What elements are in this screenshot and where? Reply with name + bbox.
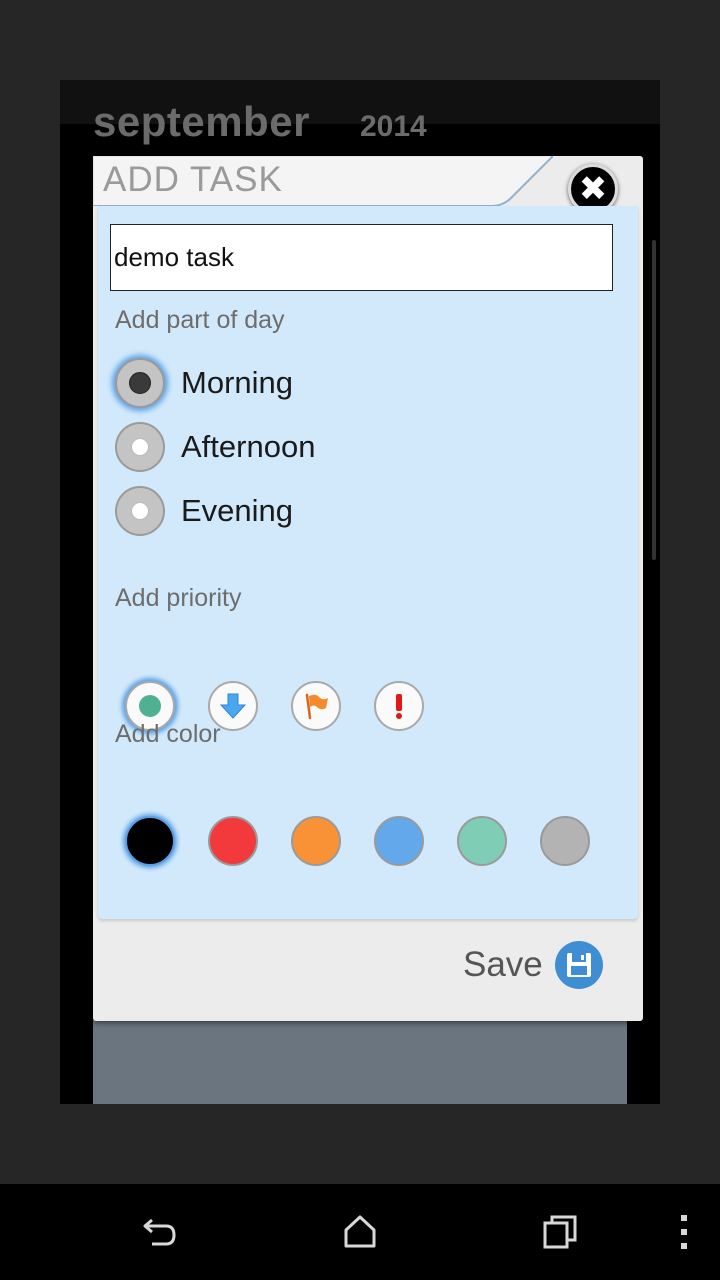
low-arrow-icon	[219, 693, 247, 719]
radio-label-morning: Morning	[181, 365, 293, 400]
save-label: Save	[463, 945, 543, 984]
priority-flag-button[interactable]	[291, 681, 341, 731]
dialog-title: ADD TASK	[103, 160, 283, 199]
radio-morning[interactable]: Morning	[115, 358, 293, 408]
radio-afternoon[interactable]: Afternoon	[115, 422, 315, 472]
priority-label: Add priority	[115, 584, 242, 612]
part-of-day-label: Add part of day	[115, 306, 285, 334]
task-name-input[interactable]: demo task	[110, 224, 613, 291]
save-button[interactable]: Save	[463, 941, 603, 989]
radio-button[interactable]	[115, 422, 165, 472]
floppy-disk-icon	[554, 941, 603, 989]
background-scrollbar	[652, 240, 656, 560]
priority-high-button[interactable]	[374, 681, 424, 731]
radio-label-afternoon: Afternoon	[181, 429, 316, 464]
recent-apps-icon	[543, 1215, 577, 1249]
color-label: Add color	[115, 720, 221, 748]
color-options	[125, 816, 623, 866]
overflow-menu-button[interactable]	[656, 1208, 704, 1256]
color-swatch-black[interactable]	[125, 816, 175, 866]
recent-apps-button[interactable]	[536, 1208, 584, 1256]
color-swatch-blue[interactable]	[374, 816, 424, 866]
exclamation-icon	[396, 694, 402, 719]
screen: september 2014 ADD TASK ✖ demo task Add …	[0, 0, 720, 1280]
background-strip	[93, 1020, 627, 1104]
color-swatch-red[interactable]	[208, 816, 258, 866]
flag-icon	[305, 693, 328, 720]
add-task-dialog: ADD TASK ✖ demo task Add part of day Mor…	[93, 156, 643, 1021]
color-swatch-orange[interactable]	[291, 816, 341, 866]
radio-label-evening: Evening	[181, 493, 294, 528]
color-swatch-gray[interactable]	[540, 816, 590, 866]
color-swatch-teal[interactable]	[457, 816, 507, 866]
back-icon	[143, 1218, 176, 1246]
overflow-menu-icon	[681, 1215, 687, 1249]
task-form-panel: demo task Add part of day Morning Aftern…	[98, 206, 638, 919]
close-icon: ✖	[578, 170, 608, 208]
radio-button-selected[interactable]	[115, 358, 165, 408]
home-icon	[344, 1215, 376, 1248]
back-button[interactable]	[136, 1208, 184, 1256]
background-month: september	[93, 98, 310, 145]
background-year: 2014	[360, 110, 427, 143]
normal-icon	[139, 695, 161, 717]
radio-evening[interactable]: Evening	[115, 486, 293, 536]
navigation-bar	[0, 1184, 720, 1280]
home-button[interactable]	[336, 1208, 384, 1256]
radio-button[interactable]	[115, 486, 165, 536]
